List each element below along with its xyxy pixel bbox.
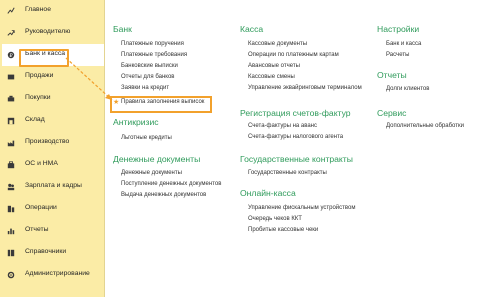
- sidebar-item-label: Производство: [25, 138, 70, 145]
- sidebar-item-label: ОС и НМА: [25, 160, 58, 167]
- sidebar-item-salary[interactable]: Зарплата и кадры: [0, 176, 104, 198]
- link-advance-invoices[interactable]: Счета-фактуры на аванс: [248, 123, 317, 129]
- assets-icon: [7, 161, 15, 169]
- sidebar-item-label: Зарплата и кадры: [25, 182, 82, 189]
- sidebar-item-label: Продажи: [25, 72, 54, 79]
- section-settings-title: Настройки: [377, 24, 420, 34]
- sidebar-item-warehouse[interactable]: Склад: [0, 110, 104, 132]
- link-preferential-credits[interactable]: Льготные кредиты: [121, 135, 172, 141]
- sidebar-item-label: Справочники: [25, 248, 67, 255]
- books-icon: [7, 249, 15, 257]
- sidebar-item-purchases[interactable]: Покупки: [0, 88, 104, 110]
- warehouse-icon: [7, 117, 15, 125]
- section-cash-title: Касса: [240, 24, 264, 34]
- sidebar-item-director[interactable]: Руководителю: [0, 22, 104, 44]
- sidebar-item-label: Администрирование: [25, 270, 90, 277]
- section-anticrisis-title: Антикризис: [113, 117, 159, 127]
- sidebar-item-catalogs[interactable]: Справочники: [0, 242, 104, 264]
- section-online-cash-title: Онлайн-касса: [240, 188, 296, 198]
- gear-icon: [7, 271, 15, 279]
- sidebar-item-reports[interactable]: Отчеты: [0, 220, 104, 242]
- section-money-docs-title: Денежные документы: [113, 154, 201, 164]
- link-card-operations[interactable]: Операции по платежным картам: [248, 52, 339, 58]
- link-tax-agent-invoices[interactable]: Счета-фактуры налогового агента: [248, 134, 343, 140]
- cart-icon: [7, 74, 15, 80]
- section-gov-contracts-title: Государственные контракты: [240, 154, 353, 164]
- trend-up-icon: [7, 30, 15, 36]
- link-money-docs[interactable]: Денежные документы: [121, 170, 182, 176]
- link-settings-calculations[interactable]: Расчеты: [386, 52, 409, 58]
- sidebar-item-label: Покупки: [25, 94, 51, 101]
- link-cash-docs[interactable]: Кассовые документы: [248, 41, 307, 47]
- people-icon: [7, 183, 15, 191]
- sidebar-item-label: Главное: [25, 6, 51, 13]
- sidebar-item-admin[interactable]: Администрирование: [0, 264, 104, 286]
- sidebar-item-main[interactable]: Главное: [0, 0, 104, 22]
- sidebar-item-sales[interactable]: Продажи: [0, 66, 104, 88]
- sidebar-item-label: Склад: [25, 116, 45, 123]
- sidebar-item-production[interactable]: Производство: [0, 132, 104, 154]
- link-additional-processing[interactable]: Дополнительные обработки: [386, 123, 464, 129]
- sidebar-item-assets[interactable]: ОС и НМА: [0, 154, 104, 176]
- link-payment-requests[interactable]: Платежные требования: [121, 52, 187, 58]
- bank-cash-icon: ₽: [7, 51, 15, 59]
- link-money-docs-receipt[interactable]: Поступление денежных документов: [121, 181, 221, 187]
- link-gov-contracts[interactable]: Государственные контракты: [248, 170, 327, 176]
- link-settings-bank-cash[interactable]: Банк и касса: [386, 41, 421, 47]
- section-reports-title: Отчеты: [377, 70, 407, 80]
- factory-icon: [7, 140, 15, 147]
- link-money-docs-issue[interactable]: Выдача денежных документов: [121, 192, 206, 198]
- sidebar: Главное Руководителю ₽ Банк и касса Прод…: [0, 0, 105, 297]
- link-client-debts[interactable]: Долги клиентов: [386, 86, 429, 92]
- link-fiscal-device[interactable]: Управление фискальным устройством: [248, 205, 355, 211]
- sidebar-item-label: Руководителю: [25, 28, 71, 35]
- section-service-title: Сервис: [377, 108, 407, 118]
- basket-icon: [7, 95, 15, 102]
- reports-icon: [7, 228, 15, 235]
- link-kkt-queue[interactable]: Очередь чеков ККТ: [248, 216, 302, 222]
- operations-icon: [7, 205, 15, 213]
- active-item-highlight: [19, 49, 69, 67]
- section-invoices-title: Регистрация счетов-фактур: [240, 108, 351, 118]
- link-credit-requests[interactable]: Заявки на кредит: [121, 85, 169, 91]
- link-cash-receipts[interactable]: Пробитые кассовые чеки: [248, 227, 318, 233]
- link-bank-reports[interactable]: Отчеты для банков: [121, 74, 175, 80]
- section-bank-title: Банк: [113, 24, 132, 34]
- link-statement-fill-rules[interactable]: Правила заполнения выписок: [121, 99, 204, 105]
- sidebar-item-label: Операции: [25, 204, 57, 211]
- star-icon: ★: [113, 99, 120, 106]
- link-payment-orders[interactable]: Платежные поручения: [121, 41, 184, 47]
- sidebar-item-label: Отчеты: [25, 226, 49, 233]
- sidebar-item-operations[interactable]: Операции: [0, 198, 104, 220]
- link-bank-statements[interactable]: Банковские выписки: [121, 63, 178, 69]
- chart-line-icon: [7, 7, 15, 14]
- link-cash-shifts[interactable]: Кассовые смены: [248, 74, 295, 80]
- link-acquiring-terminal[interactable]: Управление эквайринговым терминалом: [248, 85, 362, 91]
- link-advance-reports[interactable]: Авансовые отчеты: [248, 63, 300, 69]
